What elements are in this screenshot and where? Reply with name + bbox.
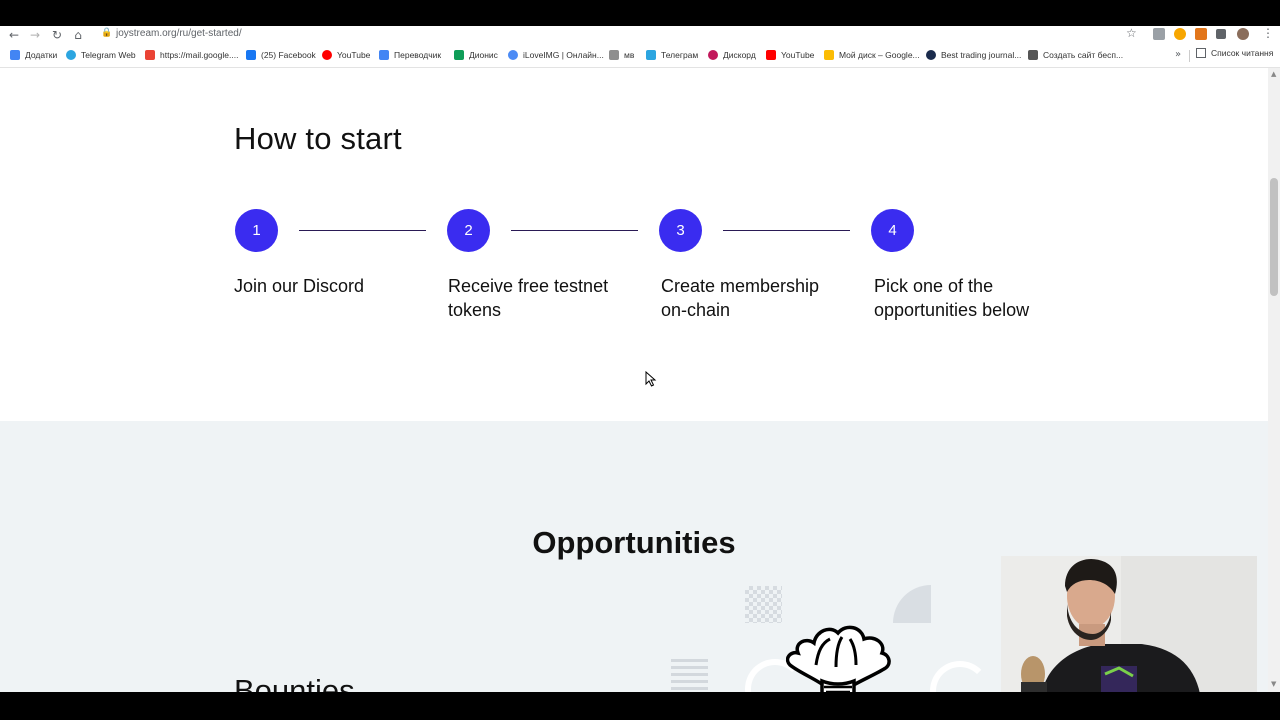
bookmark-item[interactable]: YouTube (766, 48, 814, 62)
bookmark-label: Telegram Web (81, 50, 136, 60)
bookmark-favicon-icon (508, 50, 518, 60)
bookmark-item[interactable]: Додатки (10, 48, 57, 62)
bookmark-favicon-icon (246, 50, 256, 60)
bookmark-favicon-icon (322, 50, 332, 60)
bookmark-label: мв (624, 50, 635, 60)
bookmark-favicon-icon (10, 50, 20, 60)
step-label: Receive free testnet tokens (448, 276, 609, 320)
extension-icon[interactable] (1195, 28, 1207, 40)
decorative-shape (893, 585, 931, 623)
step-connector (511, 230, 638, 231)
bookmark-label: (25) Facebook (261, 50, 316, 60)
decorative-pattern (745, 586, 782, 623)
lock-icon: 🔒 (101, 28, 113, 38)
bookmark-item[interactable]: мв (609, 48, 634, 62)
bookmark-item[interactable]: Телеграм (646, 48, 698, 62)
bookmark-label: YouTube (781, 50, 815, 60)
bookmark-favicon-icon (926, 50, 936, 60)
webcam-image (1001, 556, 1257, 700)
how-to-start-heading: How to start (234, 121, 402, 156)
reload-icon[interactable]: ↻ (49, 27, 65, 43)
bounty-bag-illustration (786, 625, 891, 692)
bookmark-label: Дискорд (723, 50, 756, 60)
home-icon[interactable]: ⌂ (70, 27, 86, 43)
bookmark-label: Переводчик (394, 50, 442, 60)
bookmarks-more-icon[interactable]: » (1175, 49, 1181, 60)
page-scrollbar[interactable]: ▲ ▼ (1268, 68, 1280, 692)
reading-list-icon (1196, 48, 1206, 58)
bookmark-label: https://mail.google.... (160, 50, 239, 60)
bookmark-label: Телеграм (661, 50, 699, 60)
webcam-overlay (1001, 556, 1257, 700)
step-circle: 4 (871, 209, 914, 252)
browser-chrome: ← → ↻ ⌂ 🔒 joystream.org/ru/get-started/ … (0, 26, 1280, 68)
letterbox-bottom (0, 692, 1280, 720)
bookmark-label: Best trading journal... (941, 50, 1022, 60)
menu-icon[interactable]: ⋮ (1262, 26, 1274, 40)
step-circle: 3 (659, 209, 702, 252)
bookmark-favicon-icon (609, 50, 619, 60)
step-circle: 2 (447, 209, 490, 252)
bounties-heading: Bounties (234, 673, 355, 692)
bookmark-item[interactable]: Best trading journal... (926, 48, 1021, 62)
reading-list[interactable]: Список читання (1196, 48, 1273, 58)
star-icon[interactable]: ☆ (1126, 26, 1137, 40)
bookmarks-divider (1189, 50, 1190, 62)
bookmark-item[interactable]: Telegram Web (66, 48, 136, 62)
address-row: ← → ↻ ⌂ 🔒 joystream.org/ru/get-started/ … (0, 26, 1280, 44)
bookmark-item[interactable]: Создать сайт бесп... (1028, 48, 1123, 62)
bookmark-label: Дионис (469, 50, 498, 60)
bookmark-item[interactable]: Переводчик (379, 48, 441, 62)
back-icon[interactable]: ← (6, 27, 22, 43)
bookmark-item[interactable]: Дискорд (708, 48, 756, 62)
bookmark-label: Создать сайт бесп... (1043, 50, 1124, 60)
bookmark-item[interactable]: https://mail.google.... (145, 48, 238, 62)
bookmark-favicon-icon (766, 50, 776, 60)
bookmark-favicon-icon (379, 50, 389, 60)
step-label: Create membership on-chain (661, 276, 820, 320)
reading-list-label: Список читання (1211, 48, 1274, 58)
bookmarks-bar: » Список читання Додатки Telegram Web http… (0, 47, 1280, 65)
letterbox-top (0, 0, 1280, 26)
bookmark-item[interactable]: Мой диск – Google... (824, 48, 920, 62)
avatar[interactable] (1237, 28, 1249, 40)
bookmark-favicon-icon (454, 50, 464, 60)
screen: ← → ↻ ⌂ 🔒 joystream.org/ru/get-started/ … (0, 0, 1280, 720)
bookmark-favicon-icon (824, 50, 834, 60)
bookmark-favicon-icon (708, 50, 718, 60)
bookmark-label: iLoveIMG | Онлайн... (523, 50, 604, 60)
step-label: Join our Discord (234, 276, 365, 296)
step-label: Pick one of the opportunities below (874, 276, 1030, 320)
bookmark-favicon-icon (66, 50, 76, 60)
bookmark-label: Додатки (25, 50, 58, 60)
bookmark-favicon-icon (1028, 50, 1038, 60)
bookmark-item[interactable]: YouTube (322, 48, 370, 62)
bookmark-favicon-icon (145, 50, 155, 60)
bookmark-item[interactable]: Дионис (454, 48, 498, 62)
extension-icon[interactable] (1174, 28, 1186, 40)
bookmark-label: Мой диск – Google... (839, 50, 920, 60)
extension-icon[interactable] (1216, 29, 1226, 39)
cursor-icon (645, 371, 657, 387)
bookmark-label: YouTube (337, 50, 371, 60)
forward-icon[interactable]: → (27, 27, 43, 43)
decorative-shape (930, 661, 990, 692)
bookmark-favicon-icon (646, 50, 656, 60)
extension-icon[interactable] (1153, 28, 1165, 40)
scroll-thumb[interactable] (1270, 178, 1278, 296)
bookmark-item[interactable]: (25) Facebook (246, 48, 316, 62)
step-connector (723, 230, 850, 231)
step-circle: 1 (235, 209, 278, 252)
scroll-up-icon[interactable]: ▲ (1271, 70, 1276, 78)
bookmark-item[interactable]: iLoveIMG | Онлайн... (508, 48, 604, 62)
decorative-pattern (671, 659, 708, 692)
scroll-down-icon[interactable]: ▼ (1271, 680, 1276, 688)
step-connector (299, 230, 426, 231)
url-field[interactable]: joystream.org/ru/get-started/ (116, 28, 242, 39)
